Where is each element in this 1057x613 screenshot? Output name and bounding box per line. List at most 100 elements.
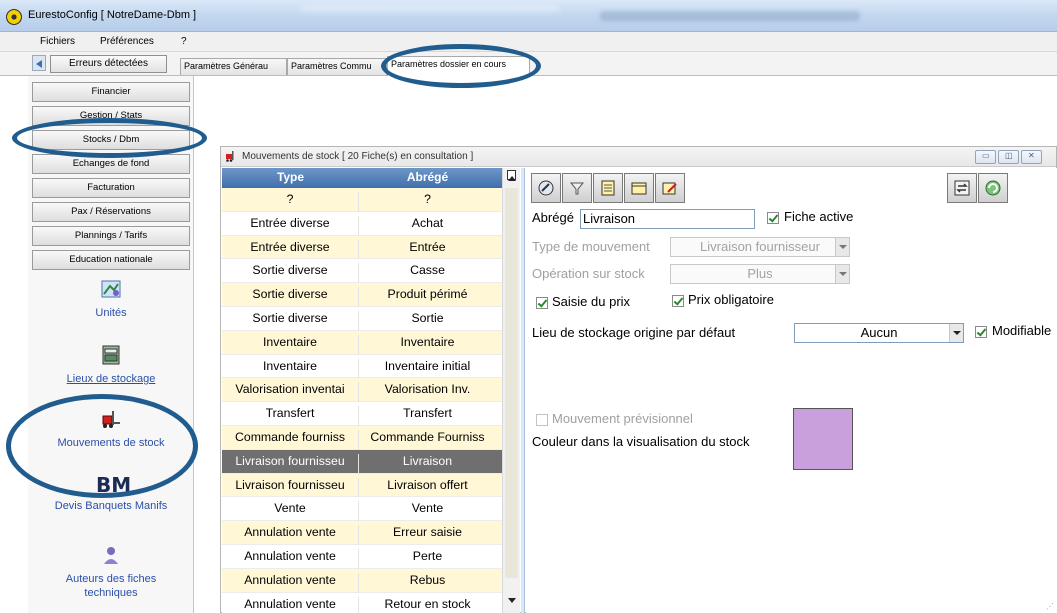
splitter[interactable] bbox=[521, 168, 525, 613]
nav-gestion-stats[interactable]: Gestion / Stats bbox=[32, 106, 190, 126]
menu-fichiers[interactable]: Fichiers bbox=[40, 36, 75, 47]
table-row[interactable]: Annulation vente Retour en stock bbox=[222, 592, 502, 613]
cell-abrege: Inventaire bbox=[400, 334, 455, 349]
lieu-stockage-select[interactable]: Aucun bbox=[794, 323, 964, 343]
column-header-type[interactable]: Type bbox=[222, 170, 359, 184]
list-button[interactable] bbox=[593, 173, 623, 203]
cell-abrege: Vente bbox=[411, 501, 444, 516]
column-header-abrege[interactable]: Abrégé bbox=[359, 170, 496, 184]
table-row[interactable]: Annulation vente Rebus bbox=[222, 568, 502, 593]
movements-grid[interactable]: Type Abrégé ?? Entrée diverse Achat Entrée … bbox=[222, 168, 502, 613]
table-row[interactable]: Transfert Transfert bbox=[222, 402, 502, 427]
cell-abrege: Erreur saisie bbox=[392, 525, 463, 540]
errors-detected-button[interactable]: Erreurs détectées bbox=[50, 55, 167, 73]
nav-plannings-tarifs[interactable]: Plannings / Tarifs bbox=[32, 226, 190, 246]
forklift-icon bbox=[226, 151, 234, 162]
minimize-button[interactable]: ▭ bbox=[975, 150, 996, 164]
table-row[interactable]: Inventaire Inventaire initial bbox=[222, 354, 502, 379]
operation-stock-label: Opération sur stock bbox=[532, 266, 645, 281]
table-row[interactable]: Valorisation inventai Valorisation Inv. bbox=[222, 378, 502, 403]
saisie-prix-checkbox[interactable] bbox=[536, 297, 548, 309]
lieu-stockage-label: Lieu de stockage origine par défaut bbox=[532, 325, 736, 340]
cell-abrege: Perte bbox=[412, 549, 443, 563]
scroll-down-arrow-icon[interactable] bbox=[508, 598, 516, 603]
forklift-icon bbox=[102, 411, 120, 428]
cell-abrege: Achat bbox=[411, 215, 444, 230]
attach-button[interactable] bbox=[531, 173, 561, 203]
nav-tile-unites[interactable]: Unités bbox=[32, 278, 190, 320]
cell-type: Sortie diverse bbox=[222, 263, 359, 284]
cell-abrege: Rebus bbox=[409, 572, 446, 587]
nav-pax-reservations[interactable]: Pax / Réservations bbox=[32, 202, 190, 222]
color-swatch[interactable] bbox=[793, 408, 853, 470]
table-row[interactable]: Entrée diverse Entrée bbox=[222, 235, 502, 260]
cell-type: Vente bbox=[222, 501, 359, 522]
tab-parametres-generaux[interactable]: Paramètres Générau bbox=[180, 58, 287, 75]
table-row[interactable]: Commande fourniss Commande Fourniss bbox=[222, 426, 502, 450]
filter-button[interactable] bbox=[562, 173, 592, 203]
cell-abrege: Sortie bbox=[411, 311, 444, 325]
list-icon bbox=[601, 180, 615, 196]
nav-stocks-dbm[interactable]: Stocks / Dbm bbox=[32, 130, 190, 150]
cell-type: Annulation vente bbox=[222, 525, 359, 546]
cell-type: Livraison fournisseu bbox=[222, 477, 359, 498]
refresh-icon bbox=[985, 180, 1001, 196]
nav-financier[interactable]: Financier bbox=[32, 82, 190, 102]
folder-button[interactable] bbox=[624, 173, 654, 203]
nav-tile-mouvements-de-stock[interactable]: Mouvements de stock bbox=[32, 408, 190, 450]
type-mouvement-select[interactable]: Livraison fournisseur bbox=[670, 237, 850, 257]
table-row[interactable]: Sortie diverse Sortie bbox=[222, 307, 502, 331]
chevron-down-icon bbox=[835, 238, 849, 256]
grid-scrollbar[interactable] bbox=[502, 168, 520, 613]
table-row[interactable]: Livraison fournisseu Livraison offert bbox=[222, 473, 502, 498]
edit-button[interactable] bbox=[655, 173, 685, 203]
table-row[interactable]: Inventaire Inventaire bbox=[222, 330, 502, 355]
close-button[interactable]: ✕ bbox=[1021, 150, 1042, 164]
scroll-up-arrow-icon[interactable] bbox=[508, 176, 516, 181]
table-row[interactable]: Livraison fournisseu Livraison bbox=[222, 449, 502, 474]
transfer-button[interactable] bbox=[947, 173, 977, 203]
prix-obligatoire-checkbox[interactable] bbox=[672, 295, 684, 307]
cell-type: Inventaire bbox=[222, 358, 359, 379]
table-row[interactable]: Sortie diverse Casse bbox=[222, 259, 502, 284]
type-mouvement-label: Type de mouvement bbox=[532, 239, 650, 254]
table-row[interactable]: Vente Vente bbox=[222, 497, 502, 522]
abrege-input[interactable]: Livraison bbox=[580, 209, 755, 229]
nav-tile-lieux-de-stockage[interactable]: Lieux de stockage bbox=[32, 344, 190, 386]
collapse-panel-button[interactable] bbox=[32, 55, 46, 71]
scrollbar-thumb[interactable] bbox=[505, 188, 518, 578]
cell-type: Sortie diverse bbox=[222, 311, 359, 331]
nav-tile-auteurs[interactable]: Auteurs des fiches techniques bbox=[32, 544, 190, 600]
radiation-app-icon bbox=[6, 9, 22, 25]
table-row[interactable]: ?? bbox=[222, 188, 502, 212]
restore-button[interactable]: ◫ bbox=[998, 150, 1019, 164]
nav-echanges-de-fond[interactable]: Echanges de fond bbox=[32, 154, 190, 174]
fiche-active-checkbox[interactable] bbox=[767, 212, 779, 224]
cell-type: Inventaire bbox=[222, 334, 359, 355]
window-title: EurestoConfig [ NotreDame-Dbm ] bbox=[28, 9, 197, 21]
nav-tile-devis-banquets[interactable]: BM Devis Banquets Manifs bbox=[32, 474, 190, 513]
title-bar-blur bbox=[300, 6, 560, 12]
mouvement-previsionnel-checkbox[interactable] bbox=[536, 414, 548, 426]
tab-parametres-communs[interactable]: Paramètres Commu bbox=[287, 58, 387, 75]
authors-icon bbox=[104, 547, 118, 564]
menu-preferences[interactable]: Préférences bbox=[100, 36, 154, 47]
nav-tile-label: Lieux de stockage bbox=[66, 373, 156, 385]
menu-help[interactable]: ? bbox=[181, 36, 187, 47]
nav-education-nationale[interactable]: Education nationale bbox=[32, 250, 190, 270]
operation-stock-select[interactable]: Plus bbox=[670, 264, 850, 284]
table-row[interactable]: Sortie diverse Produit périmé bbox=[222, 283, 502, 308]
units-icon bbox=[101, 280, 121, 298]
table-row[interactable]: Annulation vente Perte bbox=[222, 545, 502, 569]
table-row[interactable]: Entrée diverse Achat bbox=[222, 211, 502, 236]
nav-facturation[interactable]: Facturation bbox=[32, 178, 190, 198]
tab-parametres-dossier[interactable]: Paramètres dossier en cours bbox=[387, 56, 530, 76]
cell-abrege: Produit périmé bbox=[387, 287, 468, 302]
abrege-label: Abrégé bbox=[532, 210, 574, 225]
resize-grip[interactable]: ⋰ bbox=[1046, 602, 1054, 611]
refresh-button[interactable] bbox=[978, 173, 1008, 203]
modifiable-checkbox[interactable] bbox=[975, 326, 987, 338]
inner-window-title: Mouvements de stock [ 20 Fiche(s) en con… bbox=[242, 151, 474, 162]
title-bar-blur bbox=[600, 11, 860, 21]
table-row[interactable]: Annulation vente Erreur saisie bbox=[222, 521, 502, 546]
